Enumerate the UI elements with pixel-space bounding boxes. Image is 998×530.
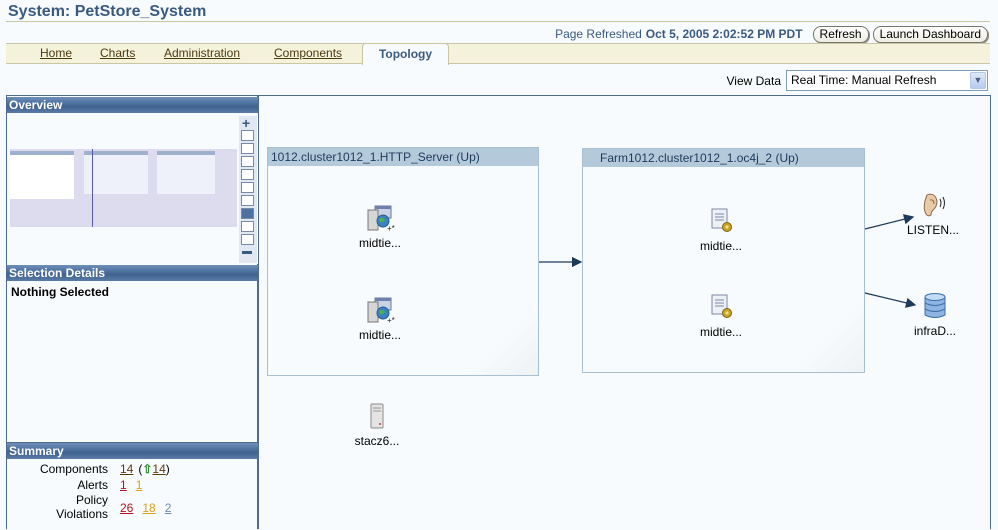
summary-header: Summary — [7, 443, 258, 459]
topology-node-database[interactable]: infraD... — [895, 292, 975, 338]
minimap-group — [84, 151, 148, 194]
violations-label: Violations — [56, 507, 108, 521]
refresh-button[interactable]: Refresh — [812, 25, 869, 43]
chevron-down-icon[interactable]: ▼ — [970, 72, 986, 89]
policy-label: Policy — [75, 493, 108, 507]
zoom-level-step[interactable] — [241, 169, 254, 180]
view-data-selected: Real Time: Manual Refresh — [791, 73, 937, 87]
database-icon — [920, 292, 950, 320]
node-label: stacz6... — [354, 434, 400, 448]
page-refreshed-label: Page Refreshed — [555, 27, 642, 41]
overview-panel: + — [7, 113, 258, 264]
topology-node-host[interactable]: stacz6... — [337, 402, 417, 448]
host-server-icon — [362, 402, 392, 430]
title-divider — [6, 21, 990, 22]
selection-details-text: Nothing Selected — [11, 285, 110, 299]
up-arrow-icon: ⇧ — [142, 462, 153, 476]
topology-node[interactable]: midtie... — [681, 293, 761, 339]
summary-policy-row: Policy Violations 26 18 2 — [7, 493, 258, 521]
application-icon — [706, 207, 736, 235]
node-label: midtie... — [358, 236, 401, 250]
policy-info-link[interactable]: 2 — [165, 501, 172, 515]
group-title: 1012.cluster1012_1.HTTP_Server (Up) — [268, 148, 538, 166]
tab-home[interactable]: Home — [40, 46, 72, 60]
oc4j-group[interactable]: Farm1012.cluster1012_1.oc4j_2 (Up) midti… — [582, 148, 865, 373]
view-data-select[interactable]: Real Time: Manual Refresh ▼ — [786, 70, 988, 91]
tab-charts[interactable]: Charts — [100, 46, 135, 60]
paren-close: ) — [165, 462, 170, 476]
topology-node-listener[interactable]: LISTEN... — [893, 191, 973, 237]
listener-ear-icon — [918, 191, 948, 219]
alerts-label: Alerts — [77, 478, 108, 492]
view-data-control: View Data Real Time: Manual Refresh ▼ — [727, 70, 988, 91]
summary-components-row: Components 14 (⇧14) — [7, 462, 258, 476]
alerts-critical-link[interactable]: 1 — [120, 478, 127, 492]
components-up-link[interactable]: 14 — [152, 462, 165, 476]
tab-bar: Home Charts Administration Components To… — [6, 43, 990, 65]
zoom-level-step[interactable] — [241, 195, 254, 206]
components-label: Components — [39, 462, 108, 476]
minimap-group — [10, 151, 74, 199]
tab-components[interactable]: Components — [274, 46, 342, 60]
refresh-bar: Page Refreshed Oct 5, 2005 2:02:52 PM PD… — [555, 25, 988, 43]
launch-dashboard-button[interactable]: Launch Dashboard — [872, 25, 988, 43]
policy-critical-link[interactable]: 26 — [120, 501, 133, 515]
minimap-group — [157, 151, 215, 194]
left-panel: Overview + Selection Details Nothing Sel… — [7, 96, 259, 529]
overview-minimap[interactable] — [10, 149, 237, 227]
view-data-label: View Data — [726, 73, 781, 88]
web-server-icon: +* — [365, 204, 395, 233]
zoom-level-step[interactable] — [241, 182, 254, 193]
zoom-level-step[interactable] — [241, 208, 254, 219]
overview-header: Overview — [7, 97, 258, 113]
page-title: System: PetStore_System — [8, 3, 207, 20]
node-label: midtie... — [699, 325, 742, 339]
zoom-in-icon[interactable]: + — [242, 116, 250, 130]
topology-node[interactable]: +* midtie... — [340, 296, 420, 342]
svg-text:+*: +* — [387, 316, 395, 324]
zoom-level-step[interactable] — [241, 221, 254, 232]
topology-node[interactable]: +* midtie... — [340, 204, 420, 250]
summary-panel: Components 14 (⇧14) Alerts 1 1 Policy Vi… — [7, 460, 258, 530]
topology-node[interactable]: midtie... — [681, 207, 761, 253]
node-label: midtie... — [358, 328, 401, 342]
tab-administration[interactable]: Administration — [164, 46, 240, 60]
svg-text:+*: +* — [387, 224, 395, 232]
alerts-warning-link[interactable]: 1 — [136, 478, 143, 492]
components-count-link[interactable]: 14 — [120, 462, 133, 476]
zoom-level-step[interactable] — [241, 143, 254, 154]
zoom-slider[interactable]: + — [239, 116, 257, 263]
group-title: Farm1012.cluster1012_1.oc4j_2 (Up) — [583, 149, 864, 167]
minimap-viewport-edge[interactable] — [92, 149, 93, 227]
application-icon — [706, 293, 736, 321]
zoom-out-icon[interactable] — [242, 251, 252, 254]
topology-canvas[interactable]: 1012.cluster1012_1.HTTP_Server (Up) +* m… — [261, 96, 990, 529]
node-label: LISTEN... — [906, 223, 959, 237]
zoom-level-step[interactable] — [241, 130, 254, 141]
node-label: infraD... — [913, 324, 956, 338]
summary-alerts-row: Alerts 1 1 — [7, 478, 258, 492]
page-refreshed-time: Oct 5, 2005 2:02:52 PM PDT — [645, 27, 803, 41]
zoom-level-step[interactable] — [241, 234, 254, 245]
zoom-level-step[interactable] — [241, 156, 254, 167]
node-label: midtie... — [699, 239, 742, 253]
tab-topology[interactable]: Topology — [362, 43, 449, 65]
web-server-icon: +* — [365, 296, 395, 325]
http-server-group[interactable]: 1012.cluster1012_1.HTTP_Server (Up) +* m… — [267, 147, 539, 376]
policy-warning-link[interactable]: 18 — [142, 501, 155, 515]
selection-details-header: Selection Details — [7, 265, 258, 281]
selection-details-panel: Nothing Selected — [7, 282, 258, 442]
